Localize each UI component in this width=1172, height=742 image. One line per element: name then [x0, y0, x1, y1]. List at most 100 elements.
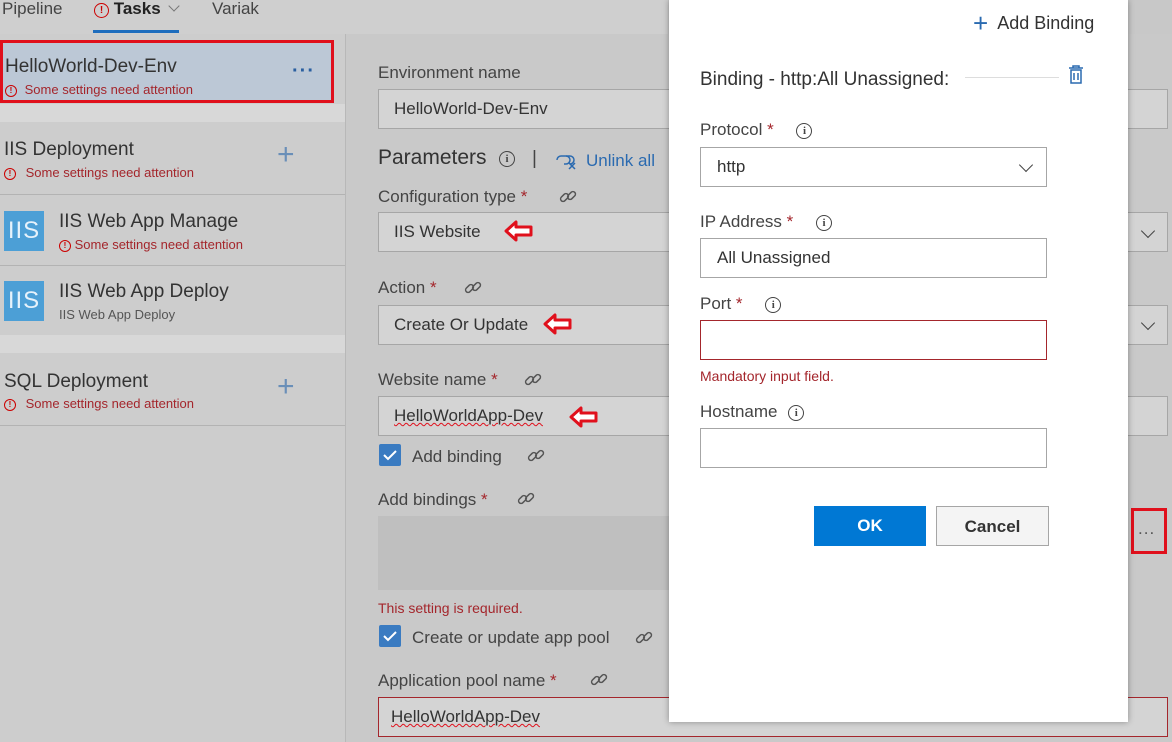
- link-icon[interactable]: [634, 628, 654, 648]
- checkmark-icon: [383, 450, 397, 461]
- required-mark: *: [735, 294, 743, 313]
- label-text: Configuration type: [378, 187, 516, 206]
- required-mark: *: [491, 370, 498, 389]
- port-error-text: Mandatory input field.: [700, 368, 834, 384]
- protocol-value: http: [717, 157, 746, 176]
- info-icon: i: [765, 297, 782, 313]
- binding-title: Binding - http:All Unassigned:: [700, 69, 950, 90]
- hostname-input[interactable]: [700, 428, 1047, 468]
- warning-text: Some settings need attention: [25, 165, 195, 180]
- add-binding-button[interactable]: + Add Binding: [973, 8, 1094, 39]
- label-text: Action: [378, 278, 426, 297]
- red-arrow-icon: [543, 313, 572, 335]
- add-binding-label: Add Binding: [997, 13, 1095, 33]
- chevron-down-icon: [168, 0, 181, 12]
- label-text: IP Address: [700, 212, 782, 231]
- sidebar-item-sql-deployment[interactable]: SQL Deployment ! Some settings need atte…: [0, 354, 345, 424]
- active-tab-indicator: [93, 30, 179, 33]
- website-name-value: HelloWorldApp-Dev: [394, 406, 543, 425]
- ip-address-input[interactable]: All Unassigned: [700, 238, 1047, 278]
- sidebar-item-iis-web-app-deploy[interactable]: IIS IIS Web App Deploy IIS Web App Deplo…: [0, 266, 345, 334]
- sidebar-item-warning: ! Some settings need attention: [59, 237, 243, 252]
- ellipsis-icon: ...: [1138, 519, 1156, 538]
- tab-tasks[interactable]: ! Tasks: [94, 0, 181, 18]
- trash-icon[interactable]: [1068, 65, 1084, 84]
- error-icon: !: [4, 399, 16, 411]
- section-separator: [0, 104, 345, 122]
- sidebar-item-title: IIS Web App Manage: [59, 211, 239, 232]
- divider: [0, 425, 345, 426]
- sidebar-item-iis-web-app-manage[interactable]: IIS IIS Web App Manage ! Some settings n…: [0, 195, 345, 265]
- required-mark: *: [767, 120, 774, 139]
- tab-pipeline[interactable]: Pipeline: [2, 0, 63, 18]
- protocol-label: Protocol * i: [700, 120, 813, 140]
- protocol-select[interactable]: http: [700, 147, 1047, 187]
- warning-text: Some settings need attention: [74, 237, 244, 252]
- label-text: Hostname: [700, 402, 778, 421]
- top-tab-bar: Pipeline ! Tasks Variak: [0, 0, 668, 35]
- error-icon: !: [4, 168, 16, 180]
- sidebar-item-title: IIS Deployment: [4, 139, 134, 160]
- environment-name-label: Environment name: [378, 63, 521, 82]
- required-error-text: This setting is required.: [378, 600, 523, 616]
- link-icon[interactable]: [463, 278, 483, 298]
- info-icon: i: [499, 151, 515, 167]
- binding-dialog: + Add Binding Binding - http:All Unassig…: [669, 0, 1128, 722]
- app-pool-checkbox[interactable]: [379, 625, 401, 647]
- info-icon: i: [816, 215, 832, 231]
- port-input[interactable]: [700, 320, 1047, 360]
- add-binding-checkbox[interactable]: [379, 444, 401, 466]
- action-label: Action *: [378, 278, 437, 298]
- info-icon: i: [788, 405, 805, 421]
- info-icon: i: [796, 123, 813, 139]
- label-text: Website name: [378, 370, 487, 389]
- unlink-all-link[interactable]: Unlink all: [586, 151, 655, 171]
- link-icon[interactable]: [526, 446, 546, 466]
- app-pool-name-label: Application pool name *: [378, 671, 557, 691]
- label-text: Port: [700, 294, 732, 313]
- unlink-icon[interactable]: [554, 150, 580, 170]
- link-icon[interactable]: [516, 489, 536, 509]
- checkmark-icon: [383, 631, 397, 642]
- sidebar-item-subtitle: IIS Web App Deploy: [59, 307, 176, 322]
- sidebar-item-title: IIS Web App Deploy: [59, 281, 229, 302]
- add-task-icon[interactable]: +: [277, 372, 295, 402]
- link-icon[interactable]: [589, 670, 609, 690]
- error-icon: !: [94, 3, 109, 18]
- plus-icon: +: [973, 8, 989, 38]
- required-mark: *: [550, 671, 557, 690]
- ip-address-value: All Unassigned: [717, 248, 831, 267]
- configuration-type-value: IIS Website: [394, 222, 481, 241]
- error-icon: !: [59, 240, 71, 252]
- ok-button[interactable]: OK: [814, 506, 926, 546]
- app-pool-name-value: HelloWorldApp-Dev: [391, 707, 540, 726]
- section-separator: [0, 335, 345, 353]
- required-mark: *: [429, 278, 437, 297]
- sidebar-item-iis-deployment[interactable]: IIS Deployment ! Some settings need atte…: [0, 123, 345, 193]
- red-arrow-icon: [569, 406, 598, 428]
- bindings-ellipsis-button[interactable]: ...: [1131, 508, 1167, 554]
- parameters-heading: Parameters: [378, 146, 487, 169]
- sidebar-item-warning: ! Some settings need attention: [4, 165, 194, 180]
- add-binding-label: Add binding: [412, 447, 502, 466]
- sidebar-item-warning: ! Some settings need attention: [4, 396, 194, 411]
- label-text: Protocol: [700, 120, 763, 139]
- label-text: Add bindings: [378, 490, 477, 509]
- link-icon[interactable]: [523, 370, 543, 390]
- app-pool-checkbox-label: Create or update app pool: [412, 628, 610, 647]
- cancel-button[interactable]: Cancel: [936, 506, 1049, 546]
- red-arrow-icon: [504, 220, 533, 242]
- add-bindings-label: Add bindings *: [378, 490, 488, 510]
- sidebar-item-title: SQL Deployment: [4, 371, 148, 392]
- tab-tasks-label: Tasks: [113, 0, 161, 18]
- tab-variables[interactable]: Variak: [212, 0, 259, 18]
- chevron-down-icon: [1018, 157, 1034, 173]
- separator: |: [532, 148, 537, 169]
- action-value: Create Or Update: [394, 315, 529, 334]
- hostname-label: Hostname i: [700, 402, 805, 422]
- required-mark: *: [481, 490, 488, 509]
- highlight-box: [0, 40, 334, 103]
- add-task-icon[interactable]: +: [277, 140, 295, 170]
- required-mark: *: [786, 212, 794, 231]
- link-icon[interactable]: [558, 187, 578, 207]
